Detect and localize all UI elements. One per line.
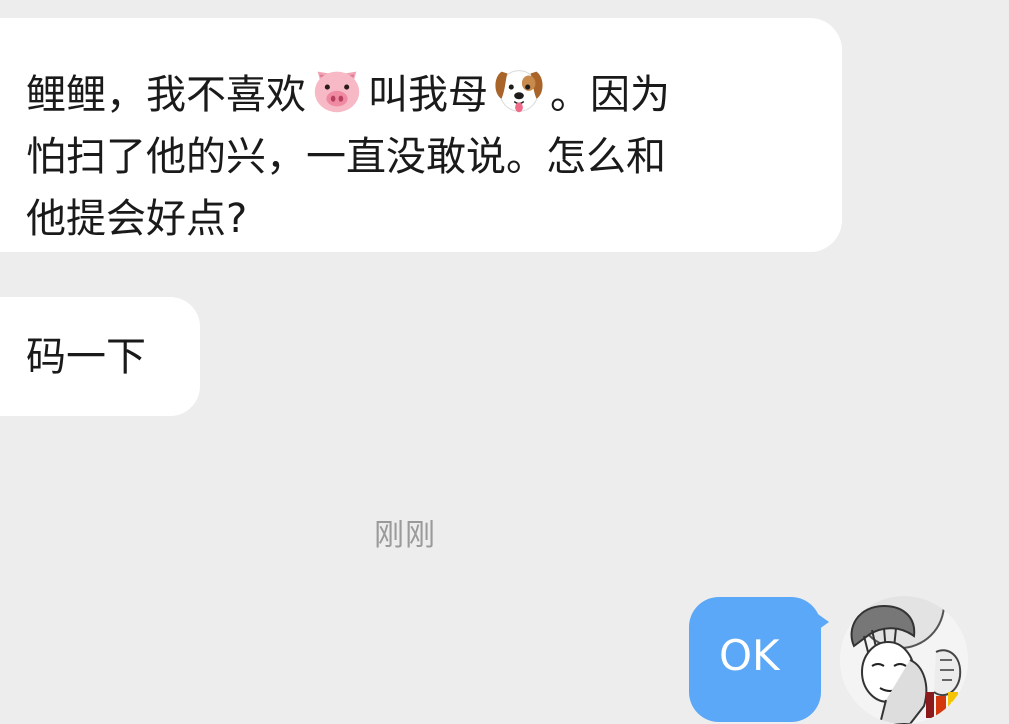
dog-face-icon <box>490 60 548 118</box>
manga-character-avatar-icon <box>840 596 968 724</box>
avatar[interactable] <box>840 596 968 724</box>
pig-face-icon <box>308 60 366 118</box>
outgoing-message-bubble[interactable]: OK <box>689 597 821 722</box>
timestamp: 刚刚 <box>374 518 436 553</box>
incoming-message-bubble[interactable]: 码一下 <box>0 297 200 416</box>
bubble-tail <box>815 612 829 632</box>
message-text: 叫我母 <box>368 72 488 118</box>
message-line: 他提会好点? <box>26 196 248 242</box>
message-text: 码一下 <box>26 334 146 380</box>
message-line: 怕扫了他的兴，一直没敢说。怎么和 <box>26 134 666 180</box>
message-text: 鲤鲤，我不喜欢 <box>26 72 306 118</box>
message-text: 。因为 <box>550 72 670 118</box>
message-text: OK <box>719 631 780 680</box>
incoming-message-bubble[interactable]: 鲤鲤，我不喜欢 叫我母 。因为 怕扫了他的兴，一直没敢说。怎么和 他提会好点? <box>0 18 842 252</box>
message-line: 鲤鲤，我不喜欢 叫我母 。因为 <box>26 60 802 126</box>
